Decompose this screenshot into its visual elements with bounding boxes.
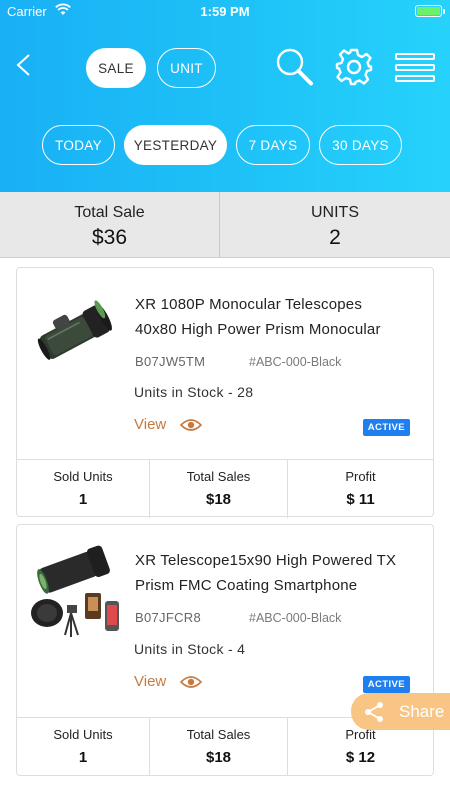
units-label: UNITS [311,204,359,221]
battery-icon [415,5,445,17]
profit-value: $ 11 [346,491,375,508]
sold-units-label: Sold Units [53,469,113,484]
product-title: XR 1080P Monocular Telescopes 40x80 High… [135,292,425,342]
product-stats: Sold Units 1 Total Sales $18 Profit $ 11 [17,459,433,518]
product-variant: #ABC-000-Black [249,611,342,625]
product-sku: B07JW5TM [135,354,206,369]
product-title-line: 40x80 High Power Prism Monocular [135,321,381,338]
profit-stat: Profit $ 11 [288,460,433,518]
view-label: View [134,673,167,690]
product-image [37,300,112,360]
view-link[interactable]: View [134,673,203,690]
eye-icon [180,675,203,688]
range-30-days-button[interactable]: 30 DAYS [319,125,402,165]
total-sales-value: $18 [205,491,232,508]
units-in-stock: Units in Stock - 28 [134,384,254,400]
units-value: 2 [329,226,341,249]
product-sku: B07JFCR8 [135,610,201,625]
gear-icon[interactable] [333,46,375,88]
units-summary: UNITS 2 [220,192,450,258]
tab-unit[interactable]: UNIT [157,48,216,88]
product-image [31,545,119,637]
product-card[interactable]: XR Telescope15x90 High Powered TX Prism … [16,524,434,776]
product-title-line: XR 1080P Monocular Telescopes [135,296,363,313]
share-icon [365,701,383,722]
sold-units-value: 1 [78,491,88,508]
range-today-button[interactable]: TODAY [42,125,115,165]
product-card[interactable]: XR 1080P Monocular Telescopes 40x80 High… [16,267,434,518]
view-link[interactable]: View [134,416,203,433]
total-sales-label: Total Sales [186,727,251,742]
status-badge: ACTIVE [362,419,410,436]
header-bar: Carrier 1:59 PM SALE UNIT TODAY YESTERDA… [0,0,450,192]
share-button[interactable]: Share [351,693,450,730]
view-label: View [134,416,167,433]
range-yesterday-button[interactable]: YESTERDAY [124,125,227,165]
product-title-line: XR Telescope15x90 High Powered TX [135,552,397,569]
range-7-days-button[interactable]: 7 DAYS [236,125,310,165]
profit-value: $ 12 [345,749,376,766]
total-sales-stat: Total Sales $18 [150,460,288,518]
units-in-stock: Units in Stock - 4 [134,641,246,657]
app-screen: Carrier 1:59 PM SALE UNIT TODAY YESTERDA… [0,0,450,800]
sold-units-stat: Sold Units 1 [17,718,150,776]
total-sale-label: Total Sale [74,204,145,221]
product-title: XR Telescope15x90 High Powered TX Prism … [135,548,425,598]
sold-units-stat: Sold Units 1 [17,460,150,518]
product-variant: #ABC-000-Black [249,355,342,369]
total-sale-summary: Total Sale $36 [0,192,220,258]
search-icon[interactable] [273,46,315,88]
product-title-line: Prism FMC Coating Smartphone [135,577,358,594]
total-sale-value: $36 [91,226,128,249]
status-badge: ACTIVE [362,676,410,693]
total-sales-value: $18 [205,749,232,766]
summary-bar: Total Sale $36 UNITS 2 [0,192,450,258]
tab-sale[interactable]: SALE [86,48,146,88]
share-label: Share [399,701,445,721]
eye-icon [180,418,203,431]
sold-units-label: Sold Units [53,727,113,742]
back-chevron-icon[interactable] [12,50,36,80]
sold-units-value: 1 [78,749,88,766]
status-bar: Carrier 1:59 PM [0,0,450,22]
clock-time: 1:59 PM [200,4,250,19]
menu-icon[interactable] [393,46,437,88]
total-sales-stat: Total Sales $18 [150,718,288,776]
total-sales-label: Total Sales [186,469,251,484]
profit-label: Profit [345,469,376,484]
